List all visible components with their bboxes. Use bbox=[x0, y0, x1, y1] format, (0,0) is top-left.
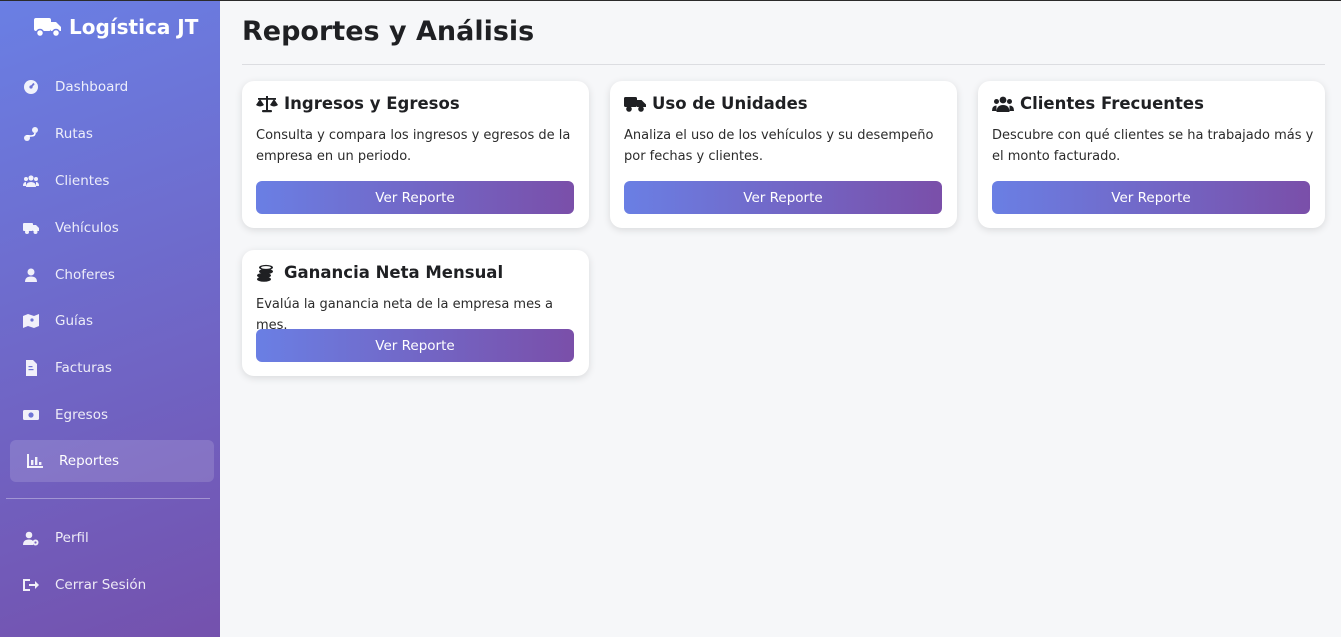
card-title: Ganancia Neta Mensual bbox=[256, 263, 503, 282]
brand-name: Logística JT bbox=[69, 15, 199, 39]
sidebar-item-egresos[interactable]: Egresos bbox=[10, 394, 214, 436]
route-icon bbox=[23, 126, 39, 142]
file-invoice-icon bbox=[23, 360, 39, 376]
scale-icon bbox=[256, 95, 278, 112]
card-title-text: Ganancia Neta Mensual bbox=[284, 263, 504, 282]
card-title-text: Ingresos y Egresos bbox=[284, 94, 460, 113]
card-title-text: Clientes Frecuentes bbox=[1020, 94, 1204, 113]
truck-icon bbox=[23, 220, 39, 236]
report-card-ingresos-egresos: Ingresos y Egresos Consulta y compara lo… bbox=[242, 81, 589, 228]
sidebar-item-label: Perfil bbox=[55, 530, 89, 546]
money-icon bbox=[23, 407, 39, 423]
sidebar-item-label: Choferes bbox=[55, 267, 115, 283]
user-gear-icon bbox=[23, 530, 39, 546]
sidebar-item-rutas[interactable]: Rutas bbox=[10, 113, 214, 155]
logout-icon bbox=[23, 577, 39, 593]
sidebar-item-label: Facturas bbox=[55, 360, 112, 376]
user-icon bbox=[23, 267, 39, 283]
sidebar-item-dashboard[interactable]: Dashboard bbox=[10, 66, 214, 108]
sidebar-item-label: Rutas bbox=[55, 126, 93, 142]
ver-reporte-button[interactable]: Ver Reporte bbox=[256, 329, 574, 362]
sidebar-item-label: Cerrar Sesión bbox=[55, 577, 147, 593]
page-title: Reportes y Análisis bbox=[242, 16, 535, 47]
truck-icon bbox=[624, 96, 646, 112]
card-description: Analiza el uso de los vehículos y su des… bbox=[624, 128, 934, 164]
map-icon bbox=[23, 313, 39, 329]
card-title: Clientes Frecuentes bbox=[992, 94, 1204, 113]
gauge-icon bbox=[23, 79, 39, 95]
card-title: Uso de Unidades bbox=[624, 94, 808, 113]
sidebar-item-guias[interactable]: Guías bbox=[10, 300, 214, 342]
sidebar-item-label: Guías bbox=[55, 313, 94, 329]
sidebar-divider bbox=[6, 498, 210, 499]
card-description: Descubre con qué clientes se ha trabajad… bbox=[992, 128, 1314, 164]
report-card-uso-unidades: Uso de Unidades Analiza el uso de los ve… bbox=[610, 81, 957, 228]
chart-icon bbox=[27, 453, 43, 469]
title-divider bbox=[242, 64, 1325, 65]
coins-icon bbox=[257, 264, 273, 282]
brand[interactable]: Logística JT bbox=[34, 15, 198, 39]
card-title: Ingresos y Egresos bbox=[256, 94, 460, 113]
ver-reporte-button[interactable]: Ver Reporte bbox=[992, 181, 1310, 214]
ver-reporte-button[interactable]: Ver Reporte bbox=[624, 181, 942, 214]
truck-icon bbox=[34, 18, 61, 38]
sidebar-item-clientes[interactable]: Clientes bbox=[10, 160, 214, 202]
sidebar-item-reportes[interactable]: Reportes bbox=[10, 440, 214, 482]
sidebar-item-label: Dashboard bbox=[55, 79, 129, 95]
sidebar-item-facturas[interactable]: Facturas bbox=[10, 347, 214, 389]
sidebar-item-label: Clientes bbox=[55, 173, 110, 189]
report-card-clientes-frecuentes: Clientes Frecuentes Descubre con qué cli… bbox=[978, 81, 1325, 228]
card-title-text: Uso de Unidades bbox=[652, 94, 808, 113]
users-icon bbox=[992, 96, 1014, 112]
report-card-ganancia-neta: Ganancia Neta Mensual Evalúa la ganancia… bbox=[242, 250, 589, 376]
users-icon bbox=[23, 173, 39, 189]
sidebar-item-cerrar-sesion[interactable]: Cerrar Sesión bbox=[10, 564, 214, 606]
sidebar-item-label: Vehículos bbox=[55, 220, 119, 236]
sidebar-item-choferes[interactable]: Choferes bbox=[10, 254, 214, 296]
sidebar-item-vehiculos[interactable]: Vehículos bbox=[10, 207, 214, 249]
sidebar-item-label: Reportes bbox=[59, 453, 120, 469]
sidebar-item-perfil[interactable]: Perfil bbox=[10, 517, 214, 559]
card-description: Consulta y compara los ingresos y egreso… bbox=[256, 128, 571, 164]
sidebar-item-label: Egresos bbox=[55, 407, 108, 423]
ver-reporte-button[interactable]: Ver Reporte bbox=[256, 181, 574, 214]
sidebar: Logística JT Dashboard Rutas Clientes Ve… bbox=[0, 1, 220, 637]
